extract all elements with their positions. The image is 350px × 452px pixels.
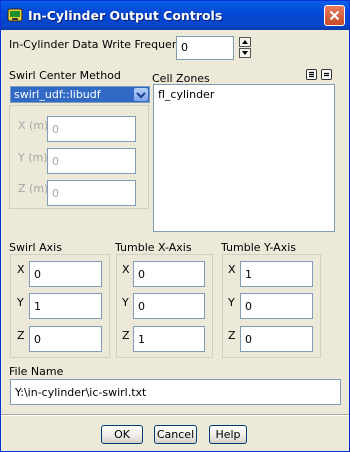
x-coordinate-label: X (m) [18, 119, 49, 132]
swirl-axis-z-label: Z [17, 329, 25, 342]
y-coordinate-label: Y (m) [18, 151, 48, 164]
file-name-input[interactable]: Y:\in-cylinder\ic-swirl.txt [10, 379, 341, 405]
title-bar[interactable]: In-Cylinder Output Controls [1, 1, 349, 30]
swirl-center-method-label: Swirl Center Method [9, 69, 121, 82]
tumble-x-axis-x-input[interactable]: 0 [133, 261, 205, 287]
list-item[interactable]: fl_cylinder [158, 88, 330, 101]
swirl-axis-label: Swirl Axis [9, 241, 62, 254]
cancel-button[interactable]: Cancel [154, 425, 197, 444]
deselect-all-icon[interactable] [321, 69, 332, 80]
tumble-x-axis-label: Tumble X-Axis [115, 241, 192, 254]
tumble-x-axis-x-label: X [122, 263, 130, 276]
window-title: In-Cylinder Output Controls [28, 8, 223, 23]
cell-zones-list[interactable]: fl_cylinder [153, 84, 335, 232]
divider [1, 414, 349, 416]
tumble-y-axis-x-input[interactable]: 1 [240, 261, 313, 287]
file-name-label: File Name [9, 365, 64, 378]
tumble-x-axis-y-input[interactable]: 0 [133, 293, 205, 319]
close-button[interactable] [324, 5, 345, 26]
close-icon [329, 10, 340, 21]
tumble-y-axis-x-label: X [228, 263, 236, 276]
tumble-y-axis-label: Tumble Y-Axis [221, 241, 297, 254]
help-button[interactable]: Help [209, 425, 247, 444]
swirl-axis-y-input[interactable]: 1 [29, 293, 102, 319]
write-frequency-input[interactable]: 0 [176, 36, 234, 60]
ok-button[interactable]: OK [101, 425, 143, 444]
tumble-x-axis-z-input[interactable]: 1 [133, 326, 205, 352]
write-frequency-label: In-Cylinder Data Write Frequency [9, 38, 192, 51]
tumble-y-axis-y-label: Y [228, 296, 235, 309]
spin-down-button[interactable] [239, 48, 251, 58]
y-coordinate-input[interactable]: 0 [47, 148, 136, 174]
swirl-center-method-select[interactable]: swirl_udf::libudf [10, 86, 150, 103]
select-all-icon[interactable] [306, 69, 317, 80]
swirl-axis-x-label: X [17, 263, 25, 276]
dialog-window: In-Cylinder Output Controls In-Cylinder … [0, 0, 350, 452]
tumble-x-axis-z-label: Z [122, 329, 130, 342]
z-coordinate-input[interactable]: 0 [47, 180, 136, 206]
swirl-axis-z-input[interactable]: 0 [29, 326, 102, 352]
chevron-down-icon[interactable] [134, 88, 148, 101]
swirl-axis-x-input[interactable]: 0 [29, 261, 102, 287]
z-coordinate-label: Z (m) [18, 182, 49, 195]
swirl-center-method-value: swirl_udf::libudf [14, 88, 101, 101]
tumble-y-axis-z-label: Z [228, 329, 236, 342]
tumble-y-axis-y-input[interactable]: 0 [240, 293, 313, 319]
tumble-x-axis-y-label: Y [122, 296, 129, 309]
fluent-app-icon [7, 7, 23, 23]
tumble-y-axis-z-input[interactable]: 0 [240, 326, 313, 352]
spin-up-button[interactable] [239, 37, 251, 47]
swirl-axis-y-label: Y [17, 296, 24, 309]
x-coordinate-input[interactable]: 0 [47, 116, 136, 142]
